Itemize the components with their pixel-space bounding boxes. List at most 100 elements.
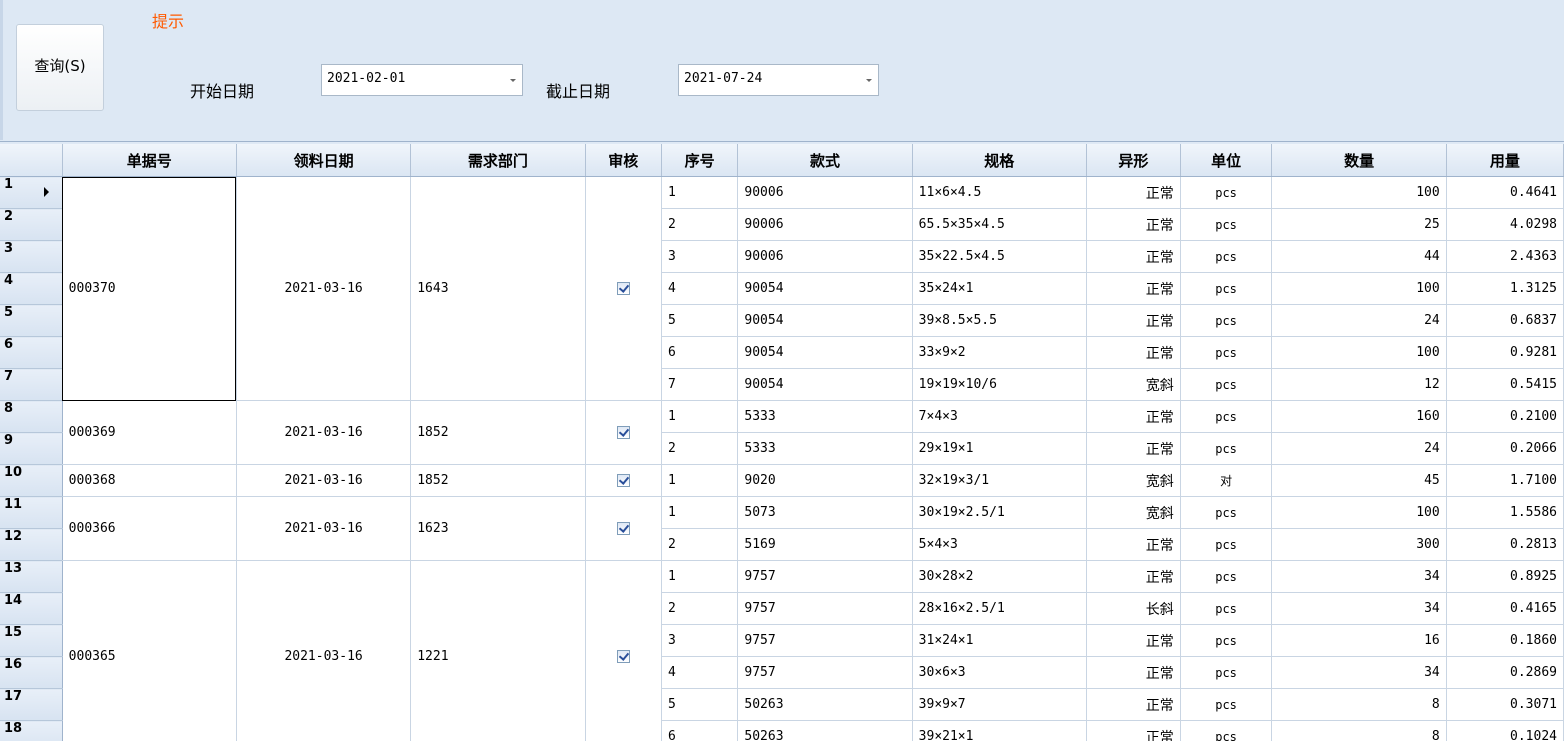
- cell-seq[interactable]: 6: [661, 336, 739, 369]
- cell-usage[interactable]: 0.6837: [1446, 304, 1564, 337]
- cell-seq[interactable]: 2: [661, 592, 739, 625]
- cell-usage[interactable]: 0.2066: [1446, 432, 1564, 465]
- cell-usage[interactable]: 0.5415: [1446, 368, 1564, 401]
- cell-spec[interactable]: 11×6×4.5: [912, 176, 1087, 209]
- cell-qty[interactable]: 44: [1271, 240, 1447, 273]
- cell-unit[interactable]: pcs: [1180, 656, 1273, 689]
- cell-spec[interactable]: 30×19×2.5/1: [912, 496, 1087, 529]
- cell-unit[interactable]: pcs: [1180, 208, 1273, 241]
- cell-qty[interactable]: 8: [1271, 688, 1447, 721]
- cell-shape[interactable]: 正常: [1086, 272, 1181, 305]
- row-header[interactable]: 16: [0, 656, 63, 689]
- cell-shape[interactable]: 正常: [1086, 688, 1181, 721]
- cell-shape[interactable]: 正常: [1086, 400, 1181, 433]
- cell-seq[interactable]: 5: [661, 688, 739, 721]
- cell-usage[interactable]: 0.9281: [1446, 336, 1564, 369]
- cell-doc-number[interactable]: 000368: [62, 464, 237, 497]
- cell-department[interactable]: 1221: [410, 560, 586, 741]
- cell-qty[interactable]: 34: [1271, 592, 1447, 625]
- cell-unit[interactable]: pcs: [1180, 336, 1273, 369]
- table-row[interactable]: 8 000369 2021-03-16 1852 1 5333 7×4×3 正常 pcs 160 0…: [0, 400, 1564, 465]
- cell-style[interactable]: 9757: [737, 592, 913, 625]
- cell-doc-number[interactable]: 000366: [62, 496, 237, 561]
- cell-style[interactable]: 90054: [737, 272, 913, 305]
- cell-usage[interactable]: 1.7100: [1446, 464, 1564, 497]
- cell-seq[interactable]: 5: [661, 304, 739, 337]
- cell-spec[interactable]: 30×6×3: [912, 656, 1087, 689]
- start-date-picker[interactable]: 2021-02-01: [321, 64, 523, 96]
- audit-checkbox[interactable]: [616, 522, 630, 535]
- cell-style[interactable]: 9757: [737, 624, 913, 657]
- cell-shape[interactable]: 宽斜: [1086, 368, 1181, 401]
- cell-unit[interactable]: 对: [1180, 464, 1273, 497]
- cell-style[interactable]: 90006: [737, 208, 913, 241]
- cell-unit[interactable]: pcs: [1180, 240, 1273, 273]
- cell-seq[interactable]: 4: [661, 656, 739, 689]
- cell-qty[interactable]: 34: [1271, 560, 1447, 593]
- cell-spec[interactable]: 31×24×1: [912, 624, 1087, 657]
- cell-spec[interactable]: 29×19×1: [912, 432, 1087, 465]
- cell-spec[interactable]: 7×4×3: [912, 400, 1087, 433]
- cell-spec[interactable]: 35×22.5×4.5: [912, 240, 1087, 273]
- row-header[interactable]: 11: [0, 496, 63, 529]
- cell-department[interactable]: 1623: [410, 496, 586, 561]
- column-header-audit[interactable]: 审核: [585, 144, 662, 177]
- column-header-unit[interactable]: 单位: [1180, 144, 1273, 177]
- cell-issue-date[interactable]: 2021-03-16: [236, 464, 412, 497]
- cell-usage[interactable]: 2.4363: [1446, 240, 1564, 273]
- end-date-picker[interactable]: 2021-07-24: [678, 64, 879, 96]
- cell-seq[interactable]: 1: [661, 400, 739, 433]
- table-row[interactable]: 13 000365 2021-03-16 1221 1 9757 30×28×2 正常 pcs 3…: [0, 560, 1564, 741]
- cell-unit[interactable]: pcs: [1180, 400, 1273, 433]
- cell-usage[interactable]: 0.2100: [1446, 400, 1564, 433]
- cell-seq[interactable]: 3: [661, 240, 739, 273]
- cell-unit[interactable]: pcs: [1180, 496, 1273, 529]
- cell-spec[interactable]: 39×9×7: [912, 688, 1087, 721]
- column-header-seq[interactable]: 序号: [661, 144, 739, 177]
- row-header[interactable]: 6: [0, 336, 63, 369]
- cell-shape[interactable]: 正常: [1086, 720, 1181, 741]
- cell-doc-number[interactable]: 000370: [62, 176, 237, 401]
- audit-checkbox[interactable]: [616, 426, 630, 439]
- cell-usage[interactable]: 0.4641: [1446, 176, 1564, 209]
- cell-issue-date[interactable]: 2021-03-16: [236, 176, 412, 401]
- cell-qty[interactable]: 12: [1271, 368, 1447, 401]
- cell-audit[interactable]: [585, 464, 662, 497]
- cell-spec[interactable]: 32×19×3/1: [912, 464, 1087, 497]
- audit-checkbox[interactable]: [616, 474, 630, 487]
- cell-shape[interactable]: 长斜: [1086, 592, 1181, 625]
- cell-style[interactable]: 5073: [737, 496, 913, 529]
- query-button[interactable]: 查询(S): [16, 24, 104, 111]
- cell-unit[interactable]: pcs: [1180, 528, 1273, 561]
- cell-style[interactable]: 9757: [737, 656, 913, 689]
- data-grid[interactable]: 单据号 领料日期 需求部门 审核 序号 款式 规格 异形 单位 数量 用量 1 000370 2021-…: [0, 144, 1564, 741]
- cell-usage[interactable]: 0.3071: [1446, 688, 1564, 721]
- column-header-qty[interactable]: 数量: [1271, 144, 1447, 177]
- cell-style[interactable]: 50263: [737, 720, 913, 741]
- row-header[interactable]: 8: [0, 400, 63, 433]
- cell-unit[interactable]: pcs: [1180, 560, 1273, 593]
- cell-audit[interactable]: [585, 400, 662, 465]
- cell-issue-date[interactable]: 2021-03-16: [236, 400, 412, 465]
- row-header[interactable]: 12: [0, 528, 63, 561]
- cell-department[interactable]: 1852: [410, 400, 586, 465]
- cell-doc-number[interactable]: 000369: [62, 400, 237, 465]
- cell-usage[interactable]: 0.8925: [1446, 560, 1564, 593]
- cell-shape[interactable]: 正常: [1086, 624, 1181, 657]
- cell-style[interactable]: 9757: [737, 560, 913, 593]
- cell-seq[interactable]: 1: [661, 176, 739, 209]
- cell-issue-date[interactable]: 2021-03-16: [236, 560, 412, 741]
- cell-qty[interactable]: 45: [1271, 464, 1447, 497]
- row-header[interactable]: 7: [0, 368, 63, 401]
- cell-audit[interactable]: [585, 176, 662, 401]
- row-header[interactable]: 18: [0, 720, 63, 741]
- audit-checkbox[interactable]: [616, 650, 630, 663]
- cell-spec[interactable]: 30×28×2: [912, 560, 1087, 593]
- cell-seq[interactable]: 2: [661, 528, 739, 561]
- cell-style[interactable]: 90054: [737, 368, 913, 401]
- cell-shape[interactable]: 正常: [1086, 432, 1181, 465]
- cell-audit[interactable]: [585, 496, 662, 561]
- cell-qty[interactable]: 24: [1271, 304, 1447, 337]
- cell-usage[interactable]: 0.1024: [1446, 720, 1564, 741]
- cell-seq[interactable]: 6: [661, 720, 739, 741]
